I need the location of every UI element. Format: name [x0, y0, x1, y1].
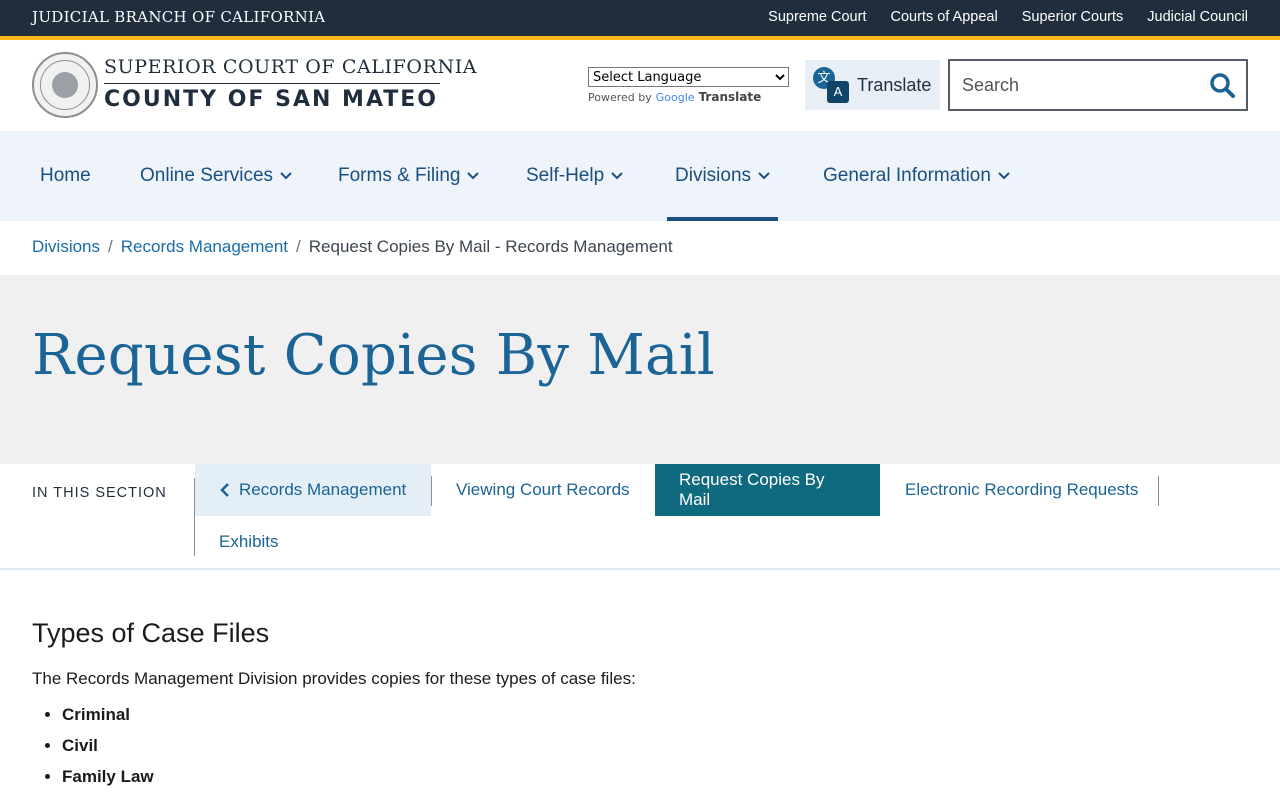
translate-button-label: Translate: [857, 74, 932, 95]
section-viewing-court-records[interactable]: Viewing Court Records: [432, 464, 654, 516]
list-item: Criminal: [62, 705, 1248, 725]
link-superior-courts[interactable]: Superior Courts: [1022, 9, 1124, 25]
top-links: Supreme Court Courts of Appeal Superior …: [768, 9, 1248, 25]
chevron-down-icon: [998, 172, 1010, 180]
section-exhibits[interactable]: Exhibits: [195, 516, 303, 568]
breadcrumb: Divisions / Records Management / Request…: [32, 237, 673, 257]
court-seal-logo[interactable]: [32, 52, 98, 118]
intro-text: The Records Management Division provides…: [32, 669, 636, 688]
page-hero: Request Copies By Mail: [0, 275, 1280, 464]
site-name-line2[interactable]: COUNTY OF SAN MATEO: [104, 87, 438, 112]
breadcrumb-separator: /: [296, 237, 301, 256]
logo-rule: [104, 83, 440, 84]
section-electronic-recording-requests[interactable]: Electronic Recording Requests: [881, 464, 1162, 516]
translate-button[interactable]: 文 A Translate: [805, 60, 940, 110]
in-this-section-nav: IN THIS SECTION Records Management Viewi…: [0, 464, 1280, 570]
section-request-copies-by-mail[interactable]: Request Copies By Mail: [655, 464, 880, 516]
nav-online-services[interactable]: Online Services: [140, 131, 292, 221]
google-translate-widget: Select Language Powered by Google Transl…: [588, 67, 789, 104]
nav-home[interactable]: Home: [40, 131, 91, 221]
google-logo: Google: [655, 90, 695, 104]
list-item: Civil: [62, 736, 1248, 756]
breadcrumb-records-management[interactable]: Records Management: [121, 237, 288, 257]
search-button[interactable]: [1208, 71, 1238, 99]
search-icon: [1210, 73, 1235, 98]
top-utility-bar: JUDICIAL BRANCH OF CALIFORNIA Supreme Co…: [0, 0, 1280, 36]
link-supreme-court[interactable]: Supreme Court: [768, 9, 866, 25]
chevron-down-icon: [758, 172, 770, 180]
language-select[interactable]: Select Language: [588, 67, 789, 87]
nav-self-help[interactable]: Self-Help: [526, 131, 623, 221]
nav-general-information[interactable]: General Information: [823, 131, 1010, 221]
powered-by: Powered by Google Translate: [588, 90, 762, 104]
search-input[interactable]: [950, 61, 1200, 109]
breadcrumb-separator: /: [108, 237, 113, 256]
translate-icon: 文 A: [813, 67, 849, 103]
case-file-types-list: Criminal Civil Family Law: [32, 705, 1248, 787]
chevron-down-icon: [611, 172, 623, 180]
chevron-down-icon: [467, 172, 480, 180]
nav-divisions[interactable]: Divisions: [666, 131, 779, 221]
breadcrumb-current: Request Copies By Mail - Records Managem…: [308, 237, 673, 256]
chevron-down-icon: [280, 172, 292, 180]
section-nav-label: IN THIS SECTION: [32, 485, 167, 501]
section-heading: Types of Case Files: [32, 618, 270, 648]
site-header: SUPERIOR COURT OF CALIFORNIA COUNTY OF S…: [0, 40, 1280, 131]
link-judicial-council[interactable]: Judicial Council: [1147, 9, 1248, 25]
chevron-left-icon: [220, 483, 229, 497]
page-title: Request Copies By Mail: [32, 323, 716, 388]
judicial-branch-brand[interactable]: JUDICIAL BRANCH OF CALIFORNIA: [32, 8, 325, 26]
section-back-records-management[interactable]: Records Management: [195, 464, 431, 516]
main-navigation: Home Online Services Forms & Filing Self…: [0, 131, 1280, 221]
site-name-line1[interactable]: SUPERIOR COURT OF CALIFORNIA: [104, 56, 477, 78]
link-courts-of-appeal[interactable]: Courts of Appeal: [890, 9, 997, 25]
nav-forms-filing[interactable]: Forms & Filing: [338, 131, 480, 221]
main-content: Types of Case Files The Records Manageme…: [32, 618, 1248, 798]
search-box: [948, 59, 1248, 111]
breadcrumb-divisions[interactable]: Divisions: [32, 237, 100, 257]
list-item: Family Law: [62, 767, 1248, 787]
